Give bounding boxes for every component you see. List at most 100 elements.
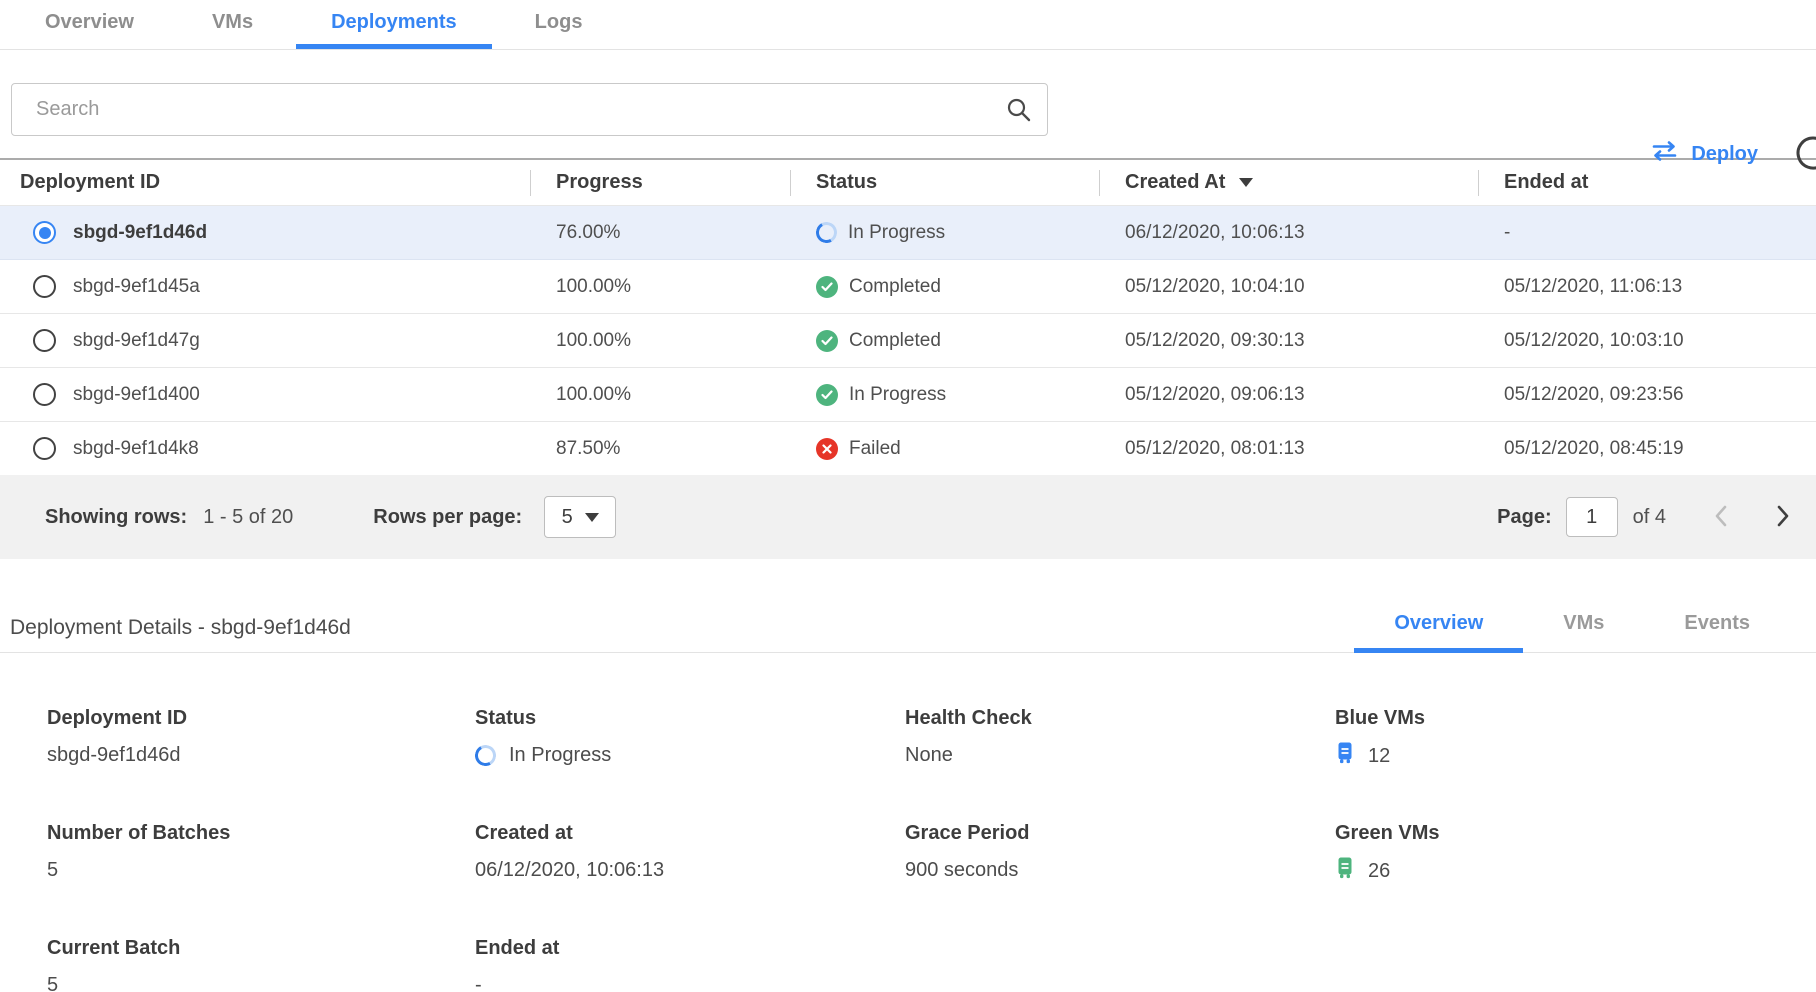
row-radio-selected[interactable] xyxy=(33,221,56,244)
progress-cell: 100.00% xyxy=(530,260,790,313)
progress-cell: 76.00% xyxy=(530,206,790,259)
field-label: Green VMs xyxy=(1335,822,1816,845)
ended-at-cell: - xyxy=(1478,206,1816,259)
field-label: Created at xyxy=(475,822,905,845)
deployment-id-cell: sbgd-9ef1d45a xyxy=(73,276,200,298)
tab-logs[interactable]: Logs xyxy=(500,0,618,49)
column-header-created-at[interactable]: Created At xyxy=(1099,160,1478,205)
table-pagination-bar: Showing rows: 1 - 5 of 20 Rows per page:… xyxy=(0,475,1816,559)
field-label: Current Batch xyxy=(47,937,475,960)
field-label: Number of Batches xyxy=(47,822,475,845)
field-value: 12 xyxy=(1368,745,1390,768)
toolbar: Deploy xyxy=(0,50,1816,158)
progress-cell: 100.00% xyxy=(530,368,790,421)
field-value: 5 xyxy=(47,972,475,992)
table-row[interactable]: sbgd-9ef1d45a 100.00% Completed 05/12/20… xyxy=(0,259,1816,313)
progress-cell: 87.50% xyxy=(530,422,790,475)
created-at-cell: 06/12/2020, 10:06:13 xyxy=(1099,206,1478,259)
page-total-label: of 4 xyxy=(1633,506,1666,529)
field-number-of-batches: Number of Batches 5 xyxy=(47,822,475,885)
main-tabbar: Overview VMs Deployments Logs xyxy=(0,0,1816,50)
field-value: 900 seconds xyxy=(905,857,1335,884)
created-at-cell: 05/12/2020, 09:30:13 xyxy=(1099,314,1478,367)
field-current-batch: Current Batch 5 xyxy=(47,937,475,992)
created-at-cell: 05/12/2020, 08:01:13 xyxy=(1099,422,1478,475)
field-created-at: Created at 06/12/2020, 10:06:13 xyxy=(475,822,905,885)
details-tabbar: Overview VMs Events xyxy=(1354,612,1790,652)
check-circle-icon xyxy=(816,276,838,298)
field-label: Grace Period xyxy=(905,822,1335,845)
spinner-icon xyxy=(473,743,499,769)
search-input[interactable] xyxy=(11,83,1048,136)
deployment-id-cell: sbgd-9ef1d400 xyxy=(73,384,200,406)
details-tab-events[interactable]: Events xyxy=(1644,612,1790,653)
ended-at-cell: 05/12/2020, 11:06:13 xyxy=(1478,260,1816,313)
field-value: None xyxy=(905,742,1335,769)
chevron-right-icon xyxy=(1776,504,1790,531)
row-radio[interactable] xyxy=(33,329,56,352)
search-icon xyxy=(1006,97,1032,128)
field-value: sbgd-9ef1d46d xyxy=(47,742,475,769)
status-label: Failed xyxy=(849,438,901,460)
error-circle-icon xyxy=(816,438,838,460)
created-at-cell: 05/12/2020, 10:04:10 xyxy=(1099,260,1478,313)
ended-at-cell: 05/12/2020, 10:03:10 xyxy=(1478,314,1816,367)
rows-per-page-select[interactable]: 5 xyxy=(544,496,616,538)
details-title: Deployment Details - sbgd-9ef1d46d xyxy=(10,616,351,640)
details-tab-vms[interactable]: VMs xyxy=(1523,612,1644,653)
field-deployment-id: Deployment ID sbgd-9ef1d46d xyxy=(47,707,475,770)
field-status: Status In Progress xyxy=(475,707,905,770)
sort-desc-icon xyxy=(1239,178,1253,187)
field-blue-vms: Blue VMs 12 xyxy=(1335,707,1816,770)
field-value: 26 xyxy=(1368,860,1390,883)
column-header-status[interactable]: Status xyxy=(790,160,1099,205)
rows-per-page-value: 5 xyxy=(562,506,573,529)
check-circle-icon xyxy=(816,330,838,352)
progress-cell: 100.00% xyxy=(530,314,790,367)
details-tab-overview[interactable]: Overview xyxy=(1354,612,1523,653)
ended-at-cell: 05/12/2020, 08:45:19 xyxy=(1478,422,1816,475)
column-header-deployment-id[interactable]: Deployment ID xyxy=(0,160,530,205)
field-value: 5 xyxy=(47,857,475,884)
field-ended-at: Ended at - xyxy=(475,937,905,992)
row-radio[interactable] xyxy=(33,275,56,298)
deployment-id-cell: sbgd-9ef1d46d xyxy=(73,222,207,244)
field-label: Ended at xyxy=(475,937,905,960)
status-label: Completed xyxy=(849,276,941,298)
row-radio[interactable] xyxy=(33,383,56,406)
field-value: - xyxy=(475,972,905,992)
table-row[interactable]: sbgd-9ef1d46d 76.00% In Progress 06/12/2… xyxy=(0,205,1816,259)
table-row[interactable]: sbgd-9ef1d4k8 87.50% Failed 05/12/2020, … xyxy=(0,421,1816,475)
field-health-check: Health Check None xyxy=(905,707,1335,770)
field-value: In Progress xyxy=(509,744,611,767)
column-header-progress[interactable]: Progress xyxy=(530,160,790,205)
page-label: Page: xyxy=(1497,506,1551,529)
status-label: Completed xyxy=(849,330,941,352)
tab-deployments[interactable]: Deployments xyxy=(296,0,492,49)
field-label: Blue VMs xyxy=(1335,707,1816,730)
showing-rows-value: 1 - 5 of 20 xyxy=(203,506,293,529)
column-header-ended-at[interactable]: Ended at xyxy=(1478,160,1816,205)
page-number-input[interactable] xyxy=(1566,497,1618,537)
field-label: Health Check xyxy=(905,707,1335,730)
details-header: Deployment Details - sbgd-9ef1d46d Overv… xyxy=(0,605,1816,653)
chevron-down-icon xyxy=(585,513,599,522)
status-label: In Progress xyxy=(848,222,945,244)
tab-overview[interactable]: Overview xyxy=(10,0,169,49)
row-radio[interactable] xyxy=(33,437,56,460)
next-page-button[interactable] xyxy=(1776,504,1790,531)
table-row[interactable]: sbgd-9ef1d400 100.00% In Progress 05/12/… xyxy=(0,367,1816,421)
vm-server-icon xyxy=(1335,742,1355,770)
tab-vms[interactable]: VMs xyxy=(177,0,288,49)
check-circle-icon xyxy=(816,384,838,406)
column-header-created-at-label: Created At xyxy=(1125,171,1225,194)
deployments-table: Deployment ID Progress Status Created At… xyxy=(0,158,1816,559)
status-label: In Progress xyxy=(849,384,946,406)
previous-page-button[interactable] xyxy=(1714,504,1728,531)
chevron-left-icon xyxy=(1714,504,1728,531)
created-at-cell: 05/12/2020, 09:06:13 xyxy=(1099,368,1478,421)
field-grace-period: Grace Period 900 seconds xyxy=(905,822,1335,885)
table-header-row: Deployment ID Progress Status Created At… xyxy=(0,160,1816,205)
field-value: 06/12/2020, 10:06:13 xyxy=(475,857,905,884)
table-row[interactable]: sbgd-9ef1d47g 100.00% Completed 05/12/20… xyxy=(0,313,1816,367)
